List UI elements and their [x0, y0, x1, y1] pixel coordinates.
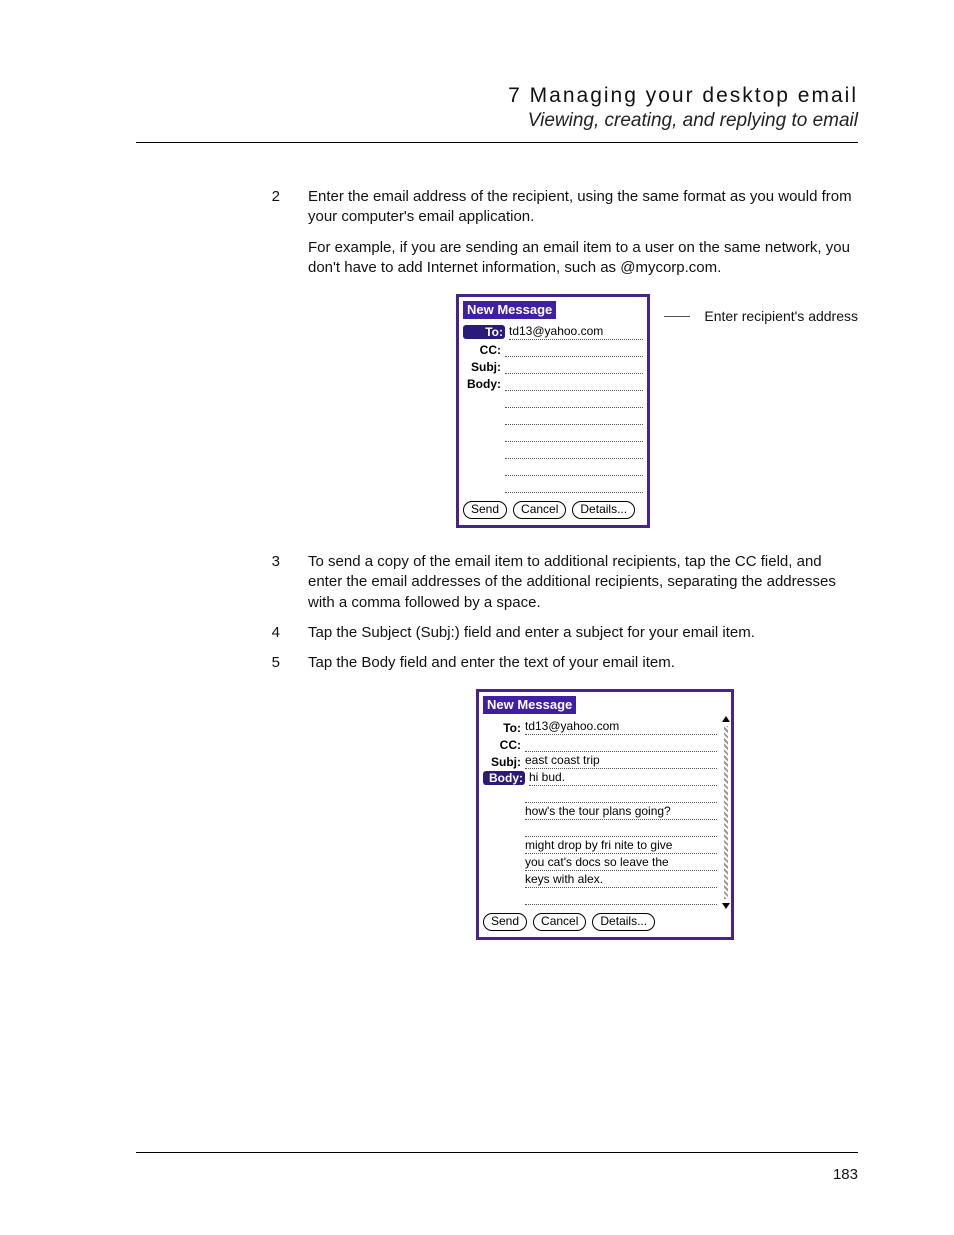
- send-button[interactable]: Send: [463, 501, 507, 519]
- body-field[interactable]: hi bud.: [529, 771, 717, 786]
- footer-rule: [136, 1152, 858, 1153]
- page-number: 183: [833, 1166, 858, 1183]
- step-number: 5: [266, 653, 280, 673]
- step-text: Tap the Body field and enter the text of…: [308, 653, 858, 673]
- running-header: 7 Managing your desktop email Viewing, c…: [136, 84, 858, 132]
- step-text: Tap the Subject (Subj:) field and enter …: [308, 623, 858, 643]
- to-label: To:: [483, 720, 521, 735]
- step-body: Tap the Body field and enter the text of…: [308, 653, 858, 673]
- body-field[interactable]: [505, 444, 643, 459]
- to-label: To:: [463, 325, 505, 339]
- step-list: 3 To send a copy of the email item to ad…: [266, 552, 858, 673]
- cancel-button[interactable]: Cancel: [533, 913, 586, 931]
- cc-label: CC:: [463, 342, 501, 357]
- page: 7 Managing your desktop email Viewing, c…: [0, 0, 954, 1235]
- body-field[interactable]: [525, 822, 717, 837]
- subj-field[interactable]: east coast trip: [525, 754, 717, 769]
- send-button[interactable]: Send: [483, 913, 527, 931]
- device-screen-1: New Message To: td13@yahoo.com CC: Subj:…: [456, 294, 650, 528]
- step-text: Enter the email address of the recipient…: [308, 187, 858, 228]
- body-field[interactable]: keys with alex.: [525, 873, 717, 888]
- device-screen-2: New Message To: td13@yahoo.com CC: Subj:…: [476, 689, 734, 940]
- body-field[interactable]: [525, 890, 717, 905]
- step-number: 4: [266, 623, 280, 643]
- details-button[interactable]: Details...: [592, 913, 655, 931]
- body-label: Body:: [463, 376, 501, 391]
- scroll-track[interactable]: [724, 726, 728, 899]
- scrollbar[interactable]: [723, 716, 729, 909]
- step-4: 4 Tap the Subject (Subj:) field and ente…: [266, 623, 858, 643]
- step-5: 5 Tap the Body field and enter the text …: [266, 653, 858, 673]
- body-field[interactable]: [505, 393, 643, 408]
- figure-1: New Message To: td13@yahoo.com CC: Subj:…: [456, 294, 858, 528]
- body-field[interactable]: [505, 410, 643, 425]
- body-field[interactable]: [505, 376, 643, 391]
- to-field[interactable]: td13@yahoo.com: [509, 325, 643, 340]
- step-body: Enter the email address of the recipient…: [308, 187, 858, 278]
- cc-label: CC:: [483, 737, 521, 752]
- header-rule: [136, 142, 858, 143]
- scroll-up-icon[interactable]: [722, 716, 730, 722]
- scroll-down-icon[interactable]: [722, 903, 730, 909]
- step-3: 3 To send a copy of the email item to ad…: [266, 552, 858, 613]
- subj-label: Subj:: [483, 754, 521, 769]
- step-number: 3: [266, 552, 280, 613]
- subj-field[interactable]: [505, 359, 643, 374]
- body-field[interactable]: how's the tour plans going?: [525, 805, 717, 820]
- device-title: New Message: [463, 301, 556, 319]
- step-number: 2: [266, 187, 280, 278]
- body-field[interactable]: [505, 427, 643, 442]
- step-text: To send a copy of the email item to addi…: [308, 552, 858, 613]
- device-title: New Message: [483, 696, 576, 714]
- figure-2: New Message To: td13@yahoo.com CC: Subj:…: [476, 689, 858, 940]
- section-title: Viewing, creating, and replying to email: [136, 110, 858, 132]
- step-body: Tap the Subject (Subj:) field and enter …: [308, 623, 858, 643]
- subj-label: Subj:: [463, 359, 501, 374]
- body-field[interactable]: [505, 461, 643, 476]
- callout-leader: [664, 316, 691, 317]
- body-field[interactable]: you cat's docs so leave the: [525, 856, 717, 871]
- step-2: 2 Enter the email address of the recipie…: [266, 187, 858, 278]
- body-field[interactable]: might drop by fri nite to give: [525, 839, 717, 854]
- body-field[interactable]: [525, 788, 717, 803]
- details-button[interactable]: Details...: [572, 501, 635, 519]
- cc-field[interactable]: [525, 737, 717, 752]
- step-text: For example, if you are sending an email…: [308, 238, 858, 279]
- to-field[interactable]: td13@yahoo.com: [525, 720, 717, 735]
- cc-field[interactable]: [505, 342, 643, 357]
- callout-text: Enter recipient's address: [704, 308, 858, 324]
- body-label: Body:: [483, 771, 525, 785]
- step-list: 2 Enter the email address of the recipie…: [266, 187, 858, 278]
- cancel-button[interactable]: Cancel: [513, 501, 566, 519]
- step-body: To send a copy of the email item to addi…: [308, 552, 858, 613]
- chapter-title: 7 Managing your desktop email: [136, 84, 858, 108]
- body-field[interactable]: [505, 478, 643, 493]
